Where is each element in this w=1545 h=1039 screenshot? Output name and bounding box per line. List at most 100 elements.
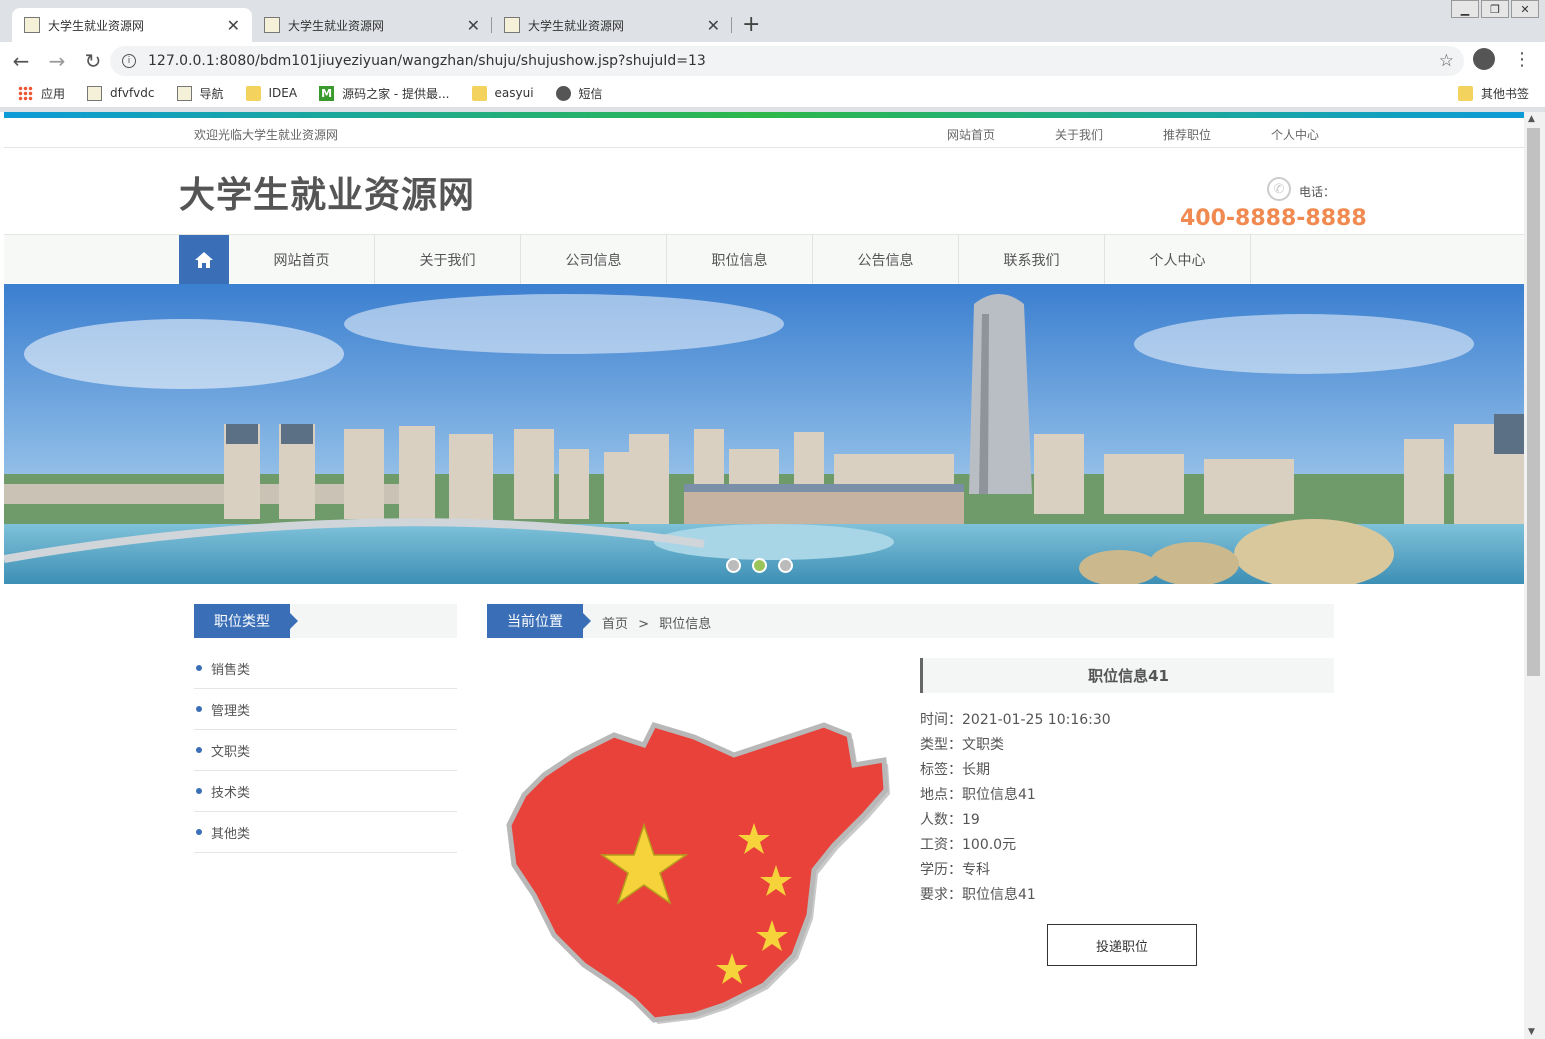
breadcrumb-bar: 当前位置 首页 > 职位信息 — [487, 604, 1334, 638]
minimize-icon[interactable]: ▁ — [1451, 0, 1479, 18]
page-viewport: 欢迎光临大学生就业资源网 网站首页 关于我们 推荐职位 个人中心 大学生就业资源… — [4, 112, 1524, 1039]
tab-title: 大学生就业资源网 — [288, 18, 385, 33]
scroll-up-icon[interactable]: ▲ — [1528, 114, 1535, 124]
location-label: 当前位置 — [487, 604, 591, 638]
sidebar-header: 职位类型 — [194, 604, 457, 638]
job-time: 时间：2021-01-25 10:16:30 — [920, 711, 1111, 728]
banner-slider[interactable] — [4, 284, 1524, 584]
bookmark-dfvfvdc[interactable]: dfvfvdc — [87, 85, 155, 101]
job-title: 职位信息41 — [920, 658, 1334, 693]
breadcrumb: 首页 > 职位信息 — [602, 613, 711, 632]
address-bar[interactable]: i 127.0.0.1:8080/bdm101jiuyeziyuan/wangz… — [110, 46, 1464, 76]
top-link-user-center[interactable]: 个人中心 — [1271, 126, 1379, 143]
top-link-recommended-jobs[interactable]: 推荐职位 — [1163, 126, 1271, 143]
page-favicon-icon — [264, 17, 280, 33]
banner-dot-1[interactable] — [726, 558, 741, 573]
phone-number: 400-8888-8888 — [1180, 206, 1367, 231]
phone-label: 电话： — [1299, 185, 1336, 199]
close-window-icon[interactable]: ✕ — [1511, 0, 1539, 18]
bookmark-sms[interactable]: 短信 — [555, 85, 603, 102]
reload-icon[interactable]: ↻ — [78, 49, 108, 73]
folder-icon — [1457, 85, 1473, 101]
globe-icon — [555, 85, 571, 101]
page-icon — [87, 85, 103, 101]
bookmark-nav[interactable]: 导航 — [176, 85, 224, 102]
phone-icon: ✆ — [1267, 177, 1291, 201]
nav-jobs[interactable]: 职位信息 — [667, 235, 813, 284]
top-link-home[interactable]: 网站首页 — [947, 126, 1055, 143]
m-logo-icon: M — [319, 85, 335, 101]
job-salary: 工资：100.0元 — [920, 836, 1017, 853]
scroll-down-icon[interactable]: ▼ — [1528, 1027, 1535, 1037]
banner-dot-2[interactable] — [752, 558, 767, 573]
top-link-about[interactable]: 关于我们 — [1055, 126, 1163, 143]
apply-job-button[interactable]: 投递职位 — [1047, 924, 1197, 966]
content-area: 当前位置 首页 > 职位信息 — [487, 604, 1334, 638]
category-technical[interactable]: 技术类 — [194, 771, 457, 812]
job-headcount: 人数：19 — [920, 811, 980, 828]
folder-icon — [245, 85, 261, 101]
bookmarks-bar: 应用 dfvfvdc 导航 IDEA M 源码之家 - 提供最... easyui… — [0, 79, 1545, 107]
new-tab-icon[interactable]: + — [742, 12, 760, 37]
bookmark-apps[interactable]: 应用 — [18, 85, 65, 102]
other-bookmarks[interactable]: 其他书签 — [1457, 85, 1529, 102]
nav-user-center[interactable]: 个人中心 — [1105, 235, 1251, 284]
job-education: 学历：专科 — [920, 861, 990, 878]
nav-announcements[interactable]: 公告信息 — [813, 235, 959, 284]
banner-dots — [726, 558, 804, 573]
category-management[interactable]: 管理类 — [194, 689, 457, 730]
close-tab-icon[interactable]: ✕ — [227, 16, 240, 35]
close-tab-icon[interactable]: ✕ — [467, 16, 480, 35]
job-category-sidebar: 职位类型 销售类 管理类 文职类 技术类 其他类 — [194, 604, 457, 853]
tab-strip: 大学生就业资源网 ✕ 大学生就业资源网 ✕ 大学生就业资源网 ✕ + ▁ ❐ ✕ — [0, 0, 1545, 42]
category-sales[interactable]: 销售类 — [194, 648, 457, 689]
tab-title: 大学生就业资源网 — [528, 18, 625, 33]
bullet-icon — [196, 665, 202, 671]
tab-1[interactable]: 大学生就业资源网 ✕ — [12, 8, 252, 42]
top-bar: 欢迎光临大学生就业资源网 网站首页 关于我们 推荐职位 个人中心 — [4, 118, 1524, 148]
breadcrumb-home[interactable]: 首页 — [602, 617, 628, 632]
page-favicon-icon — [504, 17, 520, 33]
banner-dot-3[interactable] — [778, 558, 793, 573]
category-other[interactable]: 其他类 — [194, 812, 457, 853]
category-clerical[interactable]: 文职类 — [194, 730, 457, 771]
nav-about[interactable]: 关于我们 — [375, 235, 521, 284]
forward-icon[interactable]: → — [42, 49, 72, 73]
breadcrumb-current[interactable]: 职位信息 — [659, 617, 711, 632]
nav-home[interactable]: 网站首页 — [229, 235, 375, 284]
page-favicon-icon — [24, 17, 40, 33]
back-icon[interactable]: ← — [6, 49, 36, 73]
url-text[interactable]: 127.0.0.1:8080/bdm101jiuyeziyuan/wangzha… — [148, 53, 706, 69]
browser-chrome: 大学生就业资源网 ✕ 大学生就业资源网 ✕ 大学生就业资源网 ✕ + ▁ ❐ ✕… — [0, 0, 1545, 112]
restore-icon[interactable]: ❐ — [1481, 0, 1509, 18]
bookmark-easyui[interactable]: easyui — [471, 85, 534, 101]
job-tag: 标签：长期 — [920, 761, 990, 778]
bookmark-star-icon[interactable]: ☆ — [1439, 51, 1454, 71]
browser-menu-icon[interactable]: ⋮ — [1513, 49, 1531, 70]
bullet-icon — [196, 747, 202, 753]
bookmark-yuanma[interactable]: M 源码之家 - 提供最... — [319, 85, 450, 102]
nav-companies[interactable]: 公司信息 — [521, 235, 667, 284]
folder-icon — [471, 85, 487, 101]
site-logo[interactable]: 大学生就业资源网 — [179, 166, 475, 218]
profile-avatar-icon[interactable] — [1473, 48, 1495, 70]
nav-contact[interactable]: 联系我们 — [959, 235, 1105, 284]
tab-2[interactable]: 大学生就业资源网 ✕ — [252, 8, 492, 42]
home-icon — [195, 251, 213, 268]
job-type: 类型：文职类 — [920, 736, 1004, 753]
apps-grid-icon — [18, 85, 33, 101]
job-detail: 职位信息41 时间：2021-01-25 10:16:30 类型：文职类 标签：… — [920, 658, 1334, 906]
bullet-icon — [196, 706, 202, 712]
job-requirements: 要求：职位信息41 — [920, 886, 1036, 903]
city-skyline-image — [4, 284, 1524, 584]
main-nav: 网站首页 关于我们 公司信息 职位信息 公告信息 联系我们 个人中心 — [4, 234, 1524, 284]
tab-3[interactable]: 大学生就业资源网 ✕ — [492, 8, 732, 42]
breadcrumb-separator: > — [638, 617, 650, 632]
close-tab-icon[interactable]: ✕ — [707, 16, 720, 35]
page-scrollbar[interactable]: ▲ ▼ — [1524, 112, 1545, 1039]
scrollbar-thumb[interactable] — [1527, 128, 1540, 676]
welcome-text: 欢迎光临大学生就业资源网 — [194, 128, 339, 142]
site-info-icon[interactable]: i — [122, 54, 136, 68]
bookmark-idea[interactable]: IDEA — [245, 85, 297, 101]
home-button[interactable] — [179, 235, 229, 284]
